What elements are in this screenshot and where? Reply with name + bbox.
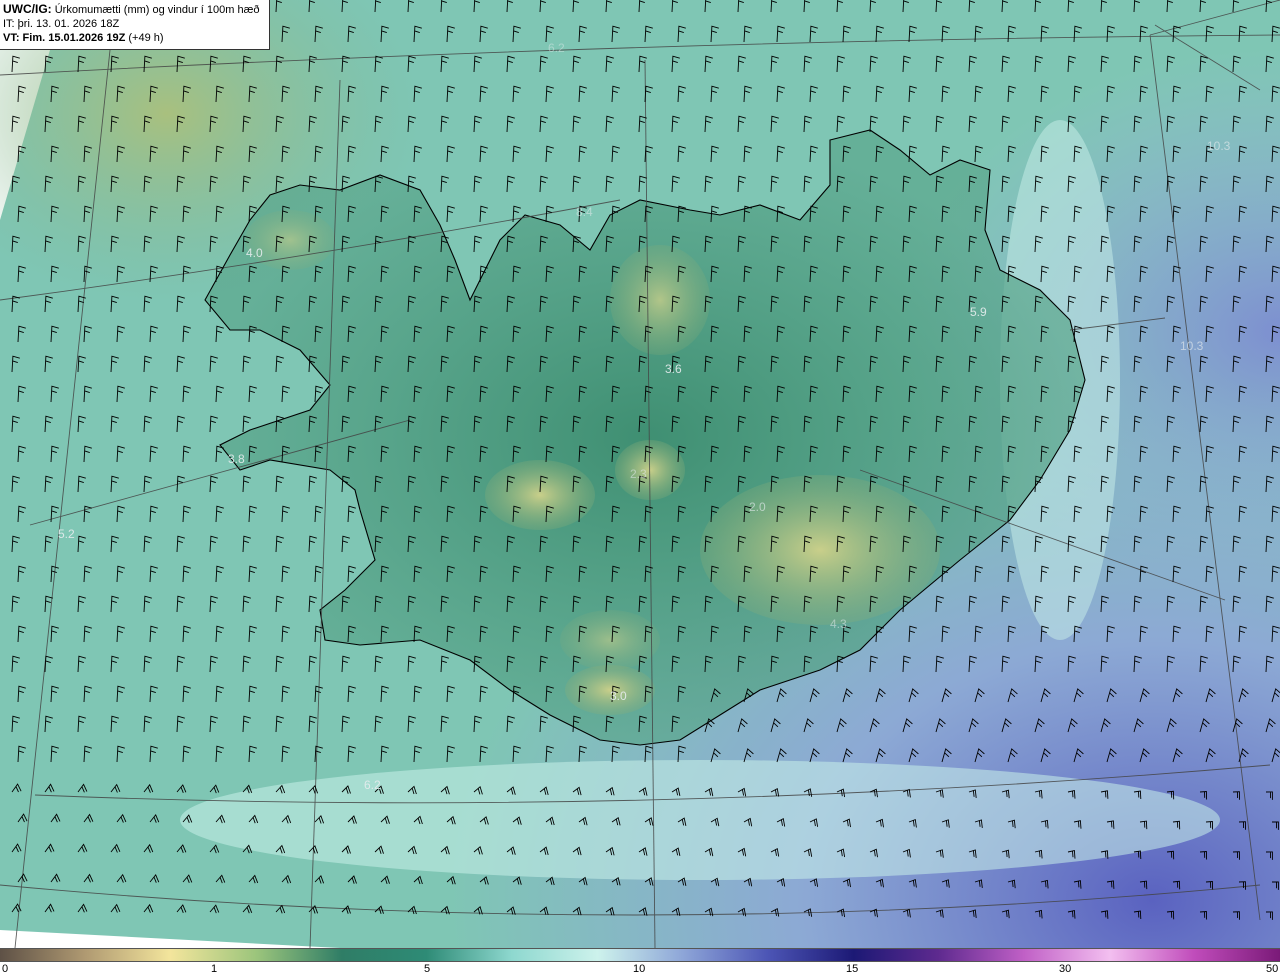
colorbar-tick-label: 5 — [424, 963, 431, 975]
value-label: 2.3 — [630, 467, 647, 481]
colorbar-tick-label: 1 — [211, 963, 218, 975]
colorbar-tick-label: 10 — [633, 963, 646, 975]
value-label: 2.0 — [749, 500, 766, 514]
colorbar-tick-label: 15 — [846, 963, 859, 975]
precipitation-colorbar — [0, 948, 1280, 962]
init-time: IT: þri. 13. 01. 2026 18Z — [3, 18, 120, 30]
value-label: 4.0 — [246, 246, 263, 260]
value-label: 6.2 — [364, 778, 381, 792]
colorbar-tick-label: 0 — [2, 963, 9, 975]
precipitation-wind-map: 4.0 8.4 10.3 5.9 10.3 3.6 3.8 5.2 2.0 3.… — [0, 0, 1280, 948]
value-label: 8.4 — [576, 205, 593, 219]
colorbar-ticks: 0 1 5 10 15 30 50 — [0, 962, 1280, 978]
value-label: 5.9 — [970, 305, 987, 319]
value-label: 3.6 — [665, 362, 682, 376]
map-title-box: UWC/IG: Úrkomumætti (mm) og vindur í 100… — [0, 0, 270, 50]
colorbar-tick-label: 30 — [1059, 963, 1072, 975]
north-highland — [610, 245, 710, 355]
value-label: 5.2 — [58, 527, 75, 541]
westfjords-highland — [245, 210, 335, 270]
title-line: UWC/IG: Úrkomumætti (mm) og vindur í 100… — [3, 2, 266, 17]
value-label: 6.2 — [548, 41, 565, 55]
product-description: Úrkomumætti (mm) og vindur í 100m hæð — [54, 4, 260, 16]
value-label: 4.3 — [830, 617, 847, 631]
value-label: 3.8 — [228, 452, 245, 466]
valid-time: VT: Fim. 15.01.2026 19Z — [3, 32, 126, 44]
value-label: 10.3 — [1180, 339, 1204, 353]
vatnajokull-area — [700, 475, 940, 625]
product-code: UWC/IG: — [3, 2, 52, 16]
value-label: 3.0 — [610, 689, 627, 703]
colorbar-tick-label: 50 — [1266, 963, 1279, 975]
lead-time: (+49 h) — [128, 32, 164, 44]
value-label: 10.3 — [1207, 139, 1231, 153]
langjokull-area — [485, 460, 595, 530]
